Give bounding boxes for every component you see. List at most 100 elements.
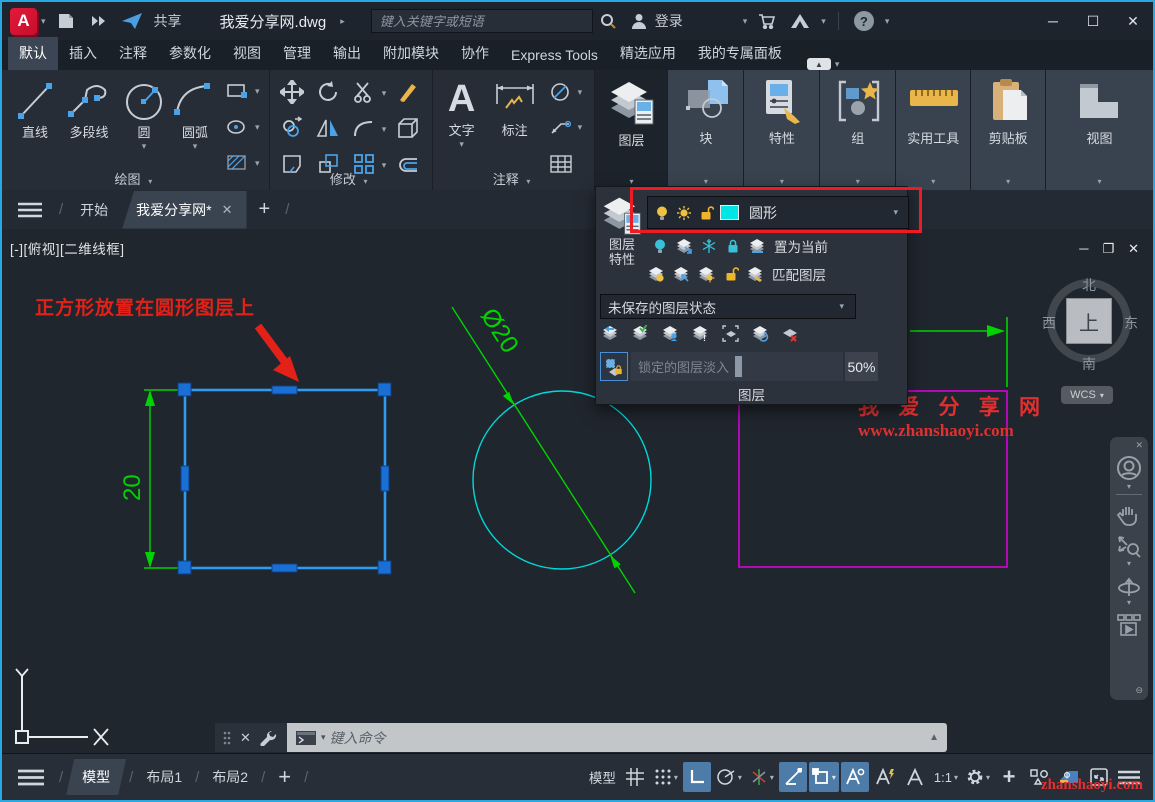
customization-gear-button[interactable]: ▾ <box>963 762 993 792</box>
status-menu-icon[interactable] <box>18 769 44 786</box>
fade-slider-cursor[interactable] <box>735 356 742 377</box>
app-store-cart-icon[interactable] <box>758 13 776 29</box>
ribbon-tab-annotate[interactable]: 注释 <box>108 37 158 70</box>
properties-icon[interactable] <box>760 78 806 124</box>
draw-panel-title[interactable]: 绘图 ▾ <box>2 169 269 188</box>
layer-freeze-icon[interactable] <box>701 238 717 254</box>
mirror-icon[interactable] <box>316 116 340 140</box>
file-tabs-menu-icon[interactable] <box>18 202 42 218</box>
share-icon[interactable] <box>121 12 143 30</box>
navigation-wheel-icon[interactable] <box>1114 453 1144 483</box>
modify-panel-title[interactable]: 修改 ▾ <box>270 169 432 188</box>
ribbon-collapse-button[interactable]: ▲ <box>807 58 831 70</box>
view-panel-caret-icon[interactable]: ▾ <box>1046 177 1153 186</box>
ribbon-tab-view[interactable]: 视图 <box>222 37 272 70</box>
diameter-dim-button[interactable]: ▾ <box>549 82 587 102</box>
unlock-layer-icon[interactable] <box>723 266 739 282</box>
osnap-caret-icon[interactable]: ▾ <box>832 773 836 782</box>
polar-caret-icon[interactable]: ▾ <box>738 773 742 782</box>
clean-screen-plus-button[interactable]: + <box>995 762 1023 792</box>
ribbon-tab-insert[interactable]: 插入 <box>58 37 108 70</box>
ribbon-tab-collaborate[interactable]: 协作 <box>450 37 500 70</box>
clipboard-panel-caret-icon[interactable]: ▾ <box>971 177 1045 186</box>
text-caret-icon[interactable]: ▾ <box>459 139 464 150</box>
viewcube-north-label[interactable]: 北 <box>1082 275 1096 295</box>
new-layout-button[interactable]: + <box>268 762 301 792</box>
wheel-caret-icon[interactable]: ▾ <box>1127 483 1131 491</box>
share-label[interactable]: 共享 <box>154 11 182 31</box>
ribbon-tab-express-tools[interactable]: Express Tools <box>500 41 609 70</box>
help-icon[interactable]: ? <box>854 11 874 31</box>
navbar-close-icon[interactable]: ✕ <box>1135 440 1143 451</box>
unisolate-layers-icon[interactable] <box>673 266 690 283</box>
wcs-menu[interactable]: WCS▾ <box>1061 386 1113 404</box>
circle-caret-icon[interactable]: ▾ <box>142 141 147 152</box>
user-icon[interactable] <box>630 12 648 30</box>
fillet-caret-icon[interactable]: ▾ <box>382 124 387 135</box>
view-panel-label[interactable]: 视图 <box>1046 128 1153 147</box>
properties-panel-caret-icon[interactable]: ▾ <box>744 177 819 186</box>
match-layer-icon[interactable] <box>747 266 764 283</box>
layout1-tab[interactable]: 布局1 <box>136 759 192 795</box>
help-search-input[interactable] <box>371 9 593 33</box>
layers-panel-label[interactable]: 图层 <box>595 130 667 149</box>
utilities-panel-label[interactable]: 实用工具 <box>896 128 970 147</box>
search-expand-icon[interactable]: ▸ <box>340 16 345 27</box>
layers-icon[interactable] <box>609 78 655 126</box>
circle-button[interactable]: 圆 ▾ <box>122 78 166 152</box>
layer-dropdown-caret-icon[interactable]: ▾ <box>893 207 898 218</box>
properties-panel-label[interactable]: 特性 <box>744 128 819 147</box>
command-prompt-icon[interactable] <box>295 730 317 746</box>
layer-lock-icon[interactable] <box>725 238 741 254</box>
file-tab-start[interactable]: 开始 <box>66 191 122 229</box>
ellipse-tool-button[interactable]: ▾ <box>226 118 264 136</box>
file-tab-drawing[interactable]: 我爱分享网* ✕ <box>122 191 246 229</box>
vp-freeze-icon[interactable]: ! <box>692 325 709 342</box>
merge-layers-icon[interactable] <box>752 325 769 342</box>
command-recent-caret-icon[interactable]: ▾ <box>321 732 326 743</box>
utilities-icon[interactable] <box>908 84 960 116</box>
layer-state-dropdown[interactable]: 未保存的图层状态 ▾ <box>600 294 856 319</box>
viewcube-east-label[interactable]: 东 <box>1124 313 1138 333</box>
ucs-icon[interactable] <box>16 669 108 745</box>
autodesk-caret-icon[interactable]: ▾ <box>821 16 826 27</box>
ribbon-tab-custom-panel[interactable]: 我的专属面板 <box>687 37 793 70</box>
set-current-label[interactable]: 置为当前 <box>774 236 828 256</box>
close-button[interactable]: ✕ <box>1113 6 1153 36</box>
fillet-icon[interactable] <box>352 116 376 140</box>
app-menu-button[interactable]: A <box>10 8 37 35</box>
ribbon-tab-parametric[interactable]: 参数化 <box>158 37 222 70</box>
osnap-tracking-toggle[interactable] <box>779 762 807 792</box>
gear-caret-icon[interactable]: ▾ <box>986 773 990 782</box>
layer-dropdown[interactable]: 圆形 ▾ <box>647 196 909 229</box>
ribbon-tab-addins[interactable]: 附加模块 <box>372 37 450 70</box>
thaw-all-layers-icon[interactable] <box>698 266 715 283</box>
minimize-button[interactable]: ─ <box>1033 6 1073 36</box>
layer-properties-button[interactable]: 图层特性 <box>598 193 646 267</box>
drawing-canvas[interactable]: [-][俯视][二维线框] ─ ❐ ✕ 20 <box>2 229 1153 753</box>
match-layer-label[interactable]: 匹配图层 <box>772 264 826 284</box>
delete-layer-icon[interactable] <box>782 325 799 342</box>
locked-layer-fading-toggle[interactable] <box>600 352 628 381</box>
block-panel-caret-icon[interactable]: ▾ <box>668 177 743 186</box>
layer-on-bulb-icon[interactable] <box>654 205 670 221</box>
command-grip-icon[interactable] <box>223 731 231 745</box>
ribbon-tab-output[interactable]: 输出 <box>322 37 372 70</box>
layer-states-check-icon[interactable] <box>632 325 649 342</box>
layer-isolate-icon[interactable] <box>676 238 693 255</box>
new-drawing-tab-button[interactable]: + <box>247 194 283 225</box>
groups-panel-caret-icon[interactable]: ▾ <box>820 177 895 186</box>
previous-layer-icon[interactable] <box>602 325 619 342</box>
zoom-caret-icon[interactable]: ▾ <box>1127 560 1131 568</box>
grid-toggle[interactable] <box>621 762 649 792</box>
turn-all-layers-on-icon[interactable] <box>648 266 665 283</box>
trim-caret-icon[interactable]: ▾ <box>382 88 387 99</box>
model-space-toggle[interactable]: 模型 <box>586 762 619 792</box>
text-button[interactable]: A 文字 ▾ <box>441 78 483 150</box>
trim-icon[interactable] <box>352 80 376 104</box>
square-grips[interactable] <box>178 383 391 574</box>
snap-mode-toggle[interactable]: ▾ <box>651 762 681 792</box>
layer-unlock-icon[interactable] <box>698 205 714 221</box>
command-input[interactable] <box>330 730 930 746</box>
leader-button[interactable]: ▾ <box>549 118 587 136</box>
